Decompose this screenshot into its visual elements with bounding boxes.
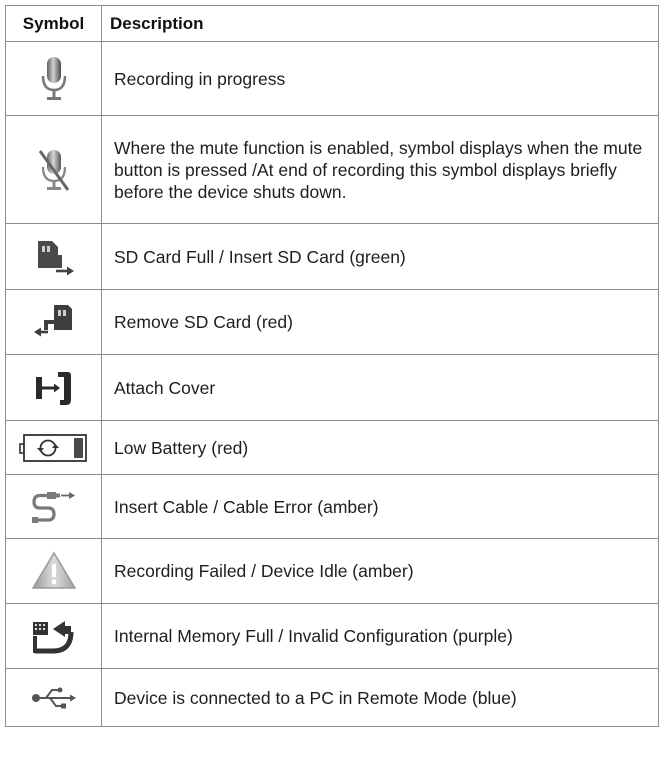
row-description: SD Card Full / Insert SD Card (green) [101, 223, 659, 290]
table-row: Attach Cover [5, 354, 659, 421]
table-row: Recording Failed / Device Idle (amber) [5, 538, 659, 604]
sd-card-remove-icon [33, 305, 72, 337]
memory-full-icon [32, 621, 73, 654]
row-description: Where the mute function is enabled, symb… [101, 115, 659, 224]
table-row: Recording in progress [5, 41, 659, 116]
attach-cover-icon [35, 371, 71, 405]
row-description: Recording Failed / Device Idle (amber) [101, 538, 659, 604]
row-description: Internal Memory Full / Invalid Configura… [101, 603, 659, 669]
table-row: Where the mute function is enabled, symb… [5, 115, 659, 224]
table-row: Remove SD Card (red) [5, 289, 659, 355]
row-description: Insert Cable / Cable Error (amber) [101, 474, 659, 539]
table-row: Device is connected to a PC in Remote Mo… [5, 668, 659, 727]
header-symbol: Symbol [5, 5, 102, 42]
table-row: Internal Memory Full / Invalid Configura… [5, 603, 659, 669]
header-description: Description [101, 5, 659, 42]
microphone-icon [41, 56, 66, 100]
sd-card-insert-icon [37, 240, 74, 275]
warning-triangle-icon [31, 551, 76, 589]
table-row: SD Card Full / Insert SD Card (green) [5, 223, 659, 290]
microphone-muted-icon [38, 149, 69, 191]
low-battery-icon [18, 433, 87, 462]
usb-icon [31, 687, 76, 708]
row-description: Attach Cover [101, 354, 659, 421]
table-header-row: Symbol Description [5, 5, 659, 42]
row-description: Low Battery (red) [101, 420, 659, 475]
table-row: Low Battery (red) [5, 420, 659, 475]
table-row: Insert Cable / Cable Error (amber) [5, 474, 659, 539]
row-description: Remove SD Card (red) [101, 289, 659, 355]
symbol-table: Symbol Description Recording in progress [5, 5, 659, 727]
cable-icon [31, 491, 75, 523]
row-description: Device is connected to a PC in Remote Mo… [101, 668, 659, 727]
row-description: Recording in progress [101, 41, 659, 116]
